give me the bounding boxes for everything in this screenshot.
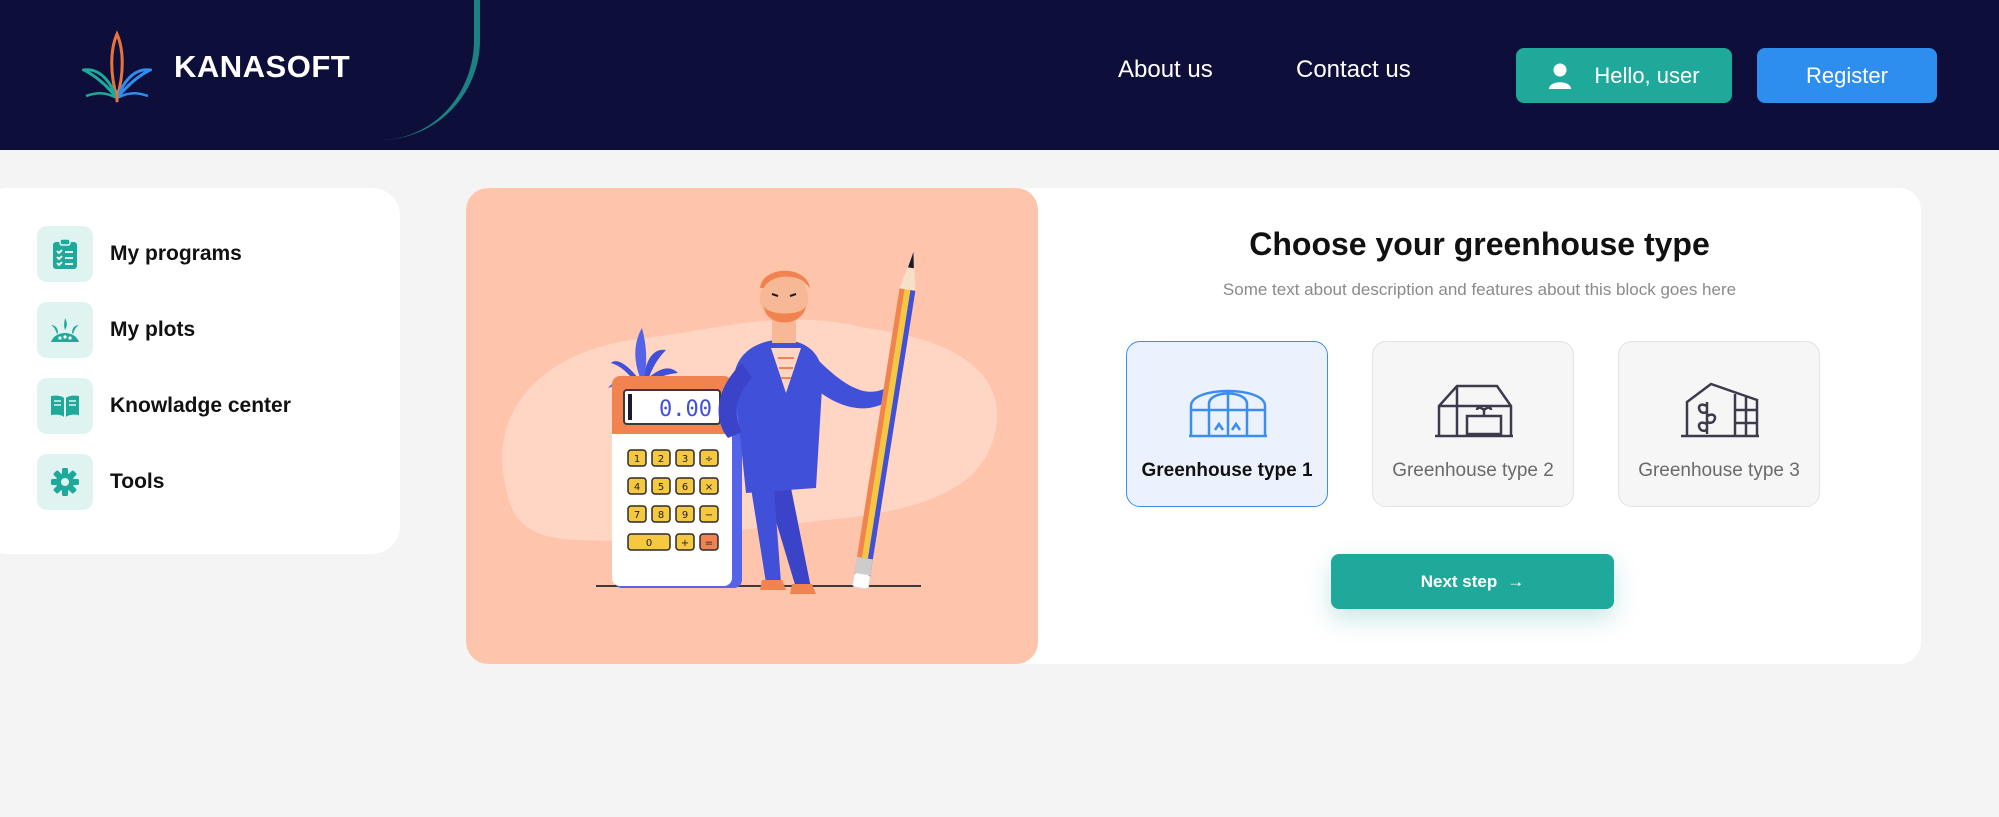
user-icon: [1549, 63, 1572, 89]
page-subtitle: Some text about description and features…: [1222, 280, 1737, 299]
sidebar-item-knowledge-center[interactable]: Knowladge center: [37, 378, 400, 434]
calculator-key-label: 0: [646, 538, 652, 549]
greenhouse-glass-icon: [1681, 382, 1759, 438]
open-book-icon: [37, 378, 93, 434]
sidebar-item-label: Tools: [110, 470, 165, 493]
greenhouse-gable-icon: [1435, 384, 1513, 438]
plant-plot-icon: [37, 302, 93, 358]
calculator-key-label: 9: [682, 510, 688, 521]
sidebar: My programs My plots Knowladge center To…: [0, 188, 400, 554]
calculator-key-label: +: [681, 538, 689, 549]
calculator-key-label: 1: [634, 454, 640, 465]
leaf-logo-icon: [82, 30, 152, 104]
calculator-key-label: ×: [705, 482, 713, 493]
calculator-display: 0.00: [659, 397, 712, 422]
calculator-key-label: 2: [658, 454, 664, 465]
clipboard-checklist-icon: [37, 226, 93, 282]
greenhouse-option-label: Greenhouse type 1: [1141, 460, 1313, 481]
calculator-key-label: 8: [658, 510, 664, 521]
calculator-key-label: 6: [682, 482, 688, 493]
greenhouse-type-panel: Choose your greenhouse type Some text ab…: [1038, 188, 1921, 664]
calculator-key-label: =: [705, 538, 713, 549]
sidebar-item-label: Knowladge center: [110, 394, 291, 417]
brand-logo[interactable]: KANASOFT: [82, 30, 350, 104]
sidebar-item-tools[interactable]: Tools: [37, 454, 400, 510]
calculator-key-label: 7: [634, 510, 640, 521]
calculator-man-illustration: 0.00 1 2 3 ÷ 4 5 6 × 7 8 9 − 0 + =: [466, 188, 1038, 664]
gear-icon: [37, 454, 93, 510]
greenhouse-option-1[interactable]: Greenhouse type 1: [1126, 341, 1328, 507]
calculator-key-label: 4: [634, 482, 640, 493]
user-menu-button[interactable]: Hello, user: [1516, 48, 1732, 103]
arrow-right-icon: →: [1507, 571, 1525, 591]
nav-contact-us[interactable]: Contact us: [1296, 56, 1411, 84]
calculator-key-label: 5: [658, 482, 664, 493]
top-header: KANASOFT About us Contact us Hello, user…: [0, 0, 1999, 150]
greenhouse-option-label: Greenhouse type 3: [1638, 460, 1800, 481]
next-step-label: Next step: [1420, 571, 1498, 591]
calculator-key-label: 3: [682, 454, 688, 465]
sidebar-item-label: My plots: [110, 318, 196, 341]
user-greeting-label: Hello, user: [1594, 62, 1700, 88]
greenhouse-option-label: Greenhouse type 2: [1392, 460, 1554, 481]
next-step-button[interactable]: Next step →: [1331, 554, 1614, 609]
sidebar-item-my-plots[interactable]: My plots: [37, 302, 400, 358]
register-button[interactable]: Register: [1757, 48, 1937, 103]
sidebar-item-my-programs[interactable]: My programs: [37, 226, 400, 282]
greenhouse-selection-card: 0.00 1 2 3 ÷ 4 5 6 × 7 8 9 − 0 + = Choose …: [466, 188, 1921, 664]
decorative-arc: [380, 0, 480, 140]
calculator-key-label: ÷: [705, 454, 713, 465]
greenhouse-option-3[interactable]: Greenhouse type 3: [1618, 341, 1820, 507]
calculator-key-label: −: [705, 510, 713, 521]
greenhouse-option-2[interactable]: Greenhouse type 2: [1372, 341, 1574, 507]
nav-about-us[interactable]: About us: [1118, 56, 1213, 84]
page-title: Choose your greenhouse type: [1249, 226, 1710, 262]
greenhouse-arched-icon: [1189, 389, 1267, 438]
sidebar-item-label: My programs: [110, 242, 242, 265]
brand-name: KANASOFT: [174, 49, 351, 84]
